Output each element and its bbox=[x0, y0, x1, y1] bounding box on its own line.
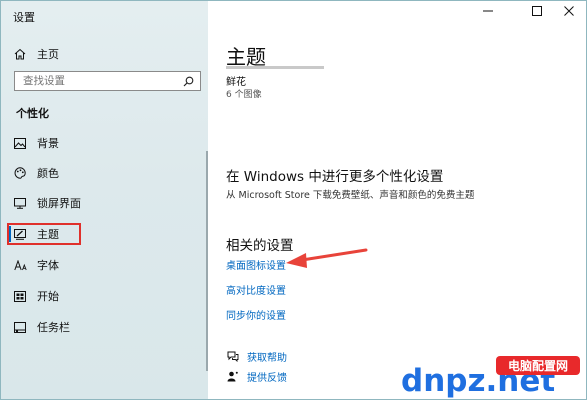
section-title: 个性化 bbox=[16, 107, 49, 120]
monitor-icon bbox=[13, 197, 27, 209]
palette-icon bbox=[13, 167, 27, 179]
sidebar-item-start[interactable]: 开始 bbox=[13, 284, 203, 308]
get-help-link[interactable]: 获取帮助 bbox=[226, 349, 287, 364]
settings-window: 设置 主页 个性化 背景 颜色 bbox=[0, 0, 587, 400]
feedback-person-icon bbox=[226, 371, 240, 382]
current-theme-count: 6 个图像 bbox=[226, 90, 262, 100]
sidebar-item-label: 颜色 bbox=[37, 167, 59, 180]
high-contrast-settings-link[interactable]: 高对比度设置 bbox=[226, 282, 286, 297]
watermark-site-name: 电脑配置网 bbox=[508, 358, 568, 373]
taskbar-icon bbox=[13, 321, 27, 333]
search-icon[interactable] bbox=[183, 72, 194, 91]
sync-settings-link[interactable]: 同步你的设置 bbox=[226, 307, 286, 322]
sidebar-item-colors[interactable]: 颜色 bbox=[13, 161, 203, 185]
font-icon bbox=[13, 259, 27, 271]
sidebar-item-label: 任务栏 bbox=[37, 321, 70, 334]
feedback-link[interactable]: 提供反馈 bbox=[226, 369, 287, 384]
picture-icon bbox=[13, 137, 27, 149]
sidebar-item-background[interactable]: 背景 bbox=[13, 131, 203, 155]
sidebar-item-fonts[interactable]: 字体 bbox=[13, 253, 203, 277]
sidebar-item-label: 开始 bbox=[37, 290, 59, 303]
get-help-label: 获取帮助 bbox=[247, 353, 287, 364]
window-title: 设置 bbox=[13, 11, 35, 24]
sidebar-item-label: 背景 bbox=[37, 137, 59, 150]
sidebar-item-lockscreen[interactable]: 锁屏界面 bbox=[13, 191, 203, 215]
start-grid-icon bbox=[13, 290, 27, 302]
sidebar-item-label: 字体 bbox=[37, 259, 59, 272]
themes-highlight-box bbox=[7, 223, 81, 245]
home-icon bbox=[13, 48, 27, 60]
search-box[interactable] bbox=[14, 71, 201, 91]
search-input[interactable] bbox=[21, 74, 165, 88]
sidebar: 设置 主页 个性化 背景 颜色 bbox=[1, 1, 208, 399]
main-content: 主题 鲜花 6 个图像 在 Windows 中进行更多个性化设置 从 Micro… bbox=[208, 1, 586, 399]
more-personalization-desc: 从 Microsoft Store 下载免费壁纸、声音和颜色的免费主题 bbox=[226, 190, 475, 201]
feedback-label: 提供反馈 bbox=[247, 373, 287, 384]
annotation-arrow-icon bbox=[286, 248, 368, 268]
chat-help-icon bbox=[226, 351, 240, 362]
site-watermark: dnpz.net 电脑配置网 bbox=[401, 356, 584, 399]
desktop-icon-settings-link[interactable]: 桌面图标设置 bbox=[226, 257, 286, 272]
theme-preview-bar[interactable] bbox=[226, 66, 324, 69]
maximize-icon[interactable] bbox=[522, 5, 552, 19]
minimize-icon[interactable] bbox=[473, 5, 503, 19]
close-icon[interactable] bbox=[554, 5, 584, 19]
sidebar-item-label: 锁屏界面 bbox=[37, 197, 81, 210]
current-theme-name: 鲜花 bbox=[226, 77, 246, 88]
sidebar-item-home[interactable]: 主页 bbox=[13, 43, 203, 65]
sidebar-item-taskbar[interactable]: 任务栏 bbox=[13, 315, 203, 339]
home-label: 主页 bbox=[37, 48, 59, 61]
more-personalization-title: 在 Windows 中进行更多个性化设置 bbox=[226, 169, 444, 185]
